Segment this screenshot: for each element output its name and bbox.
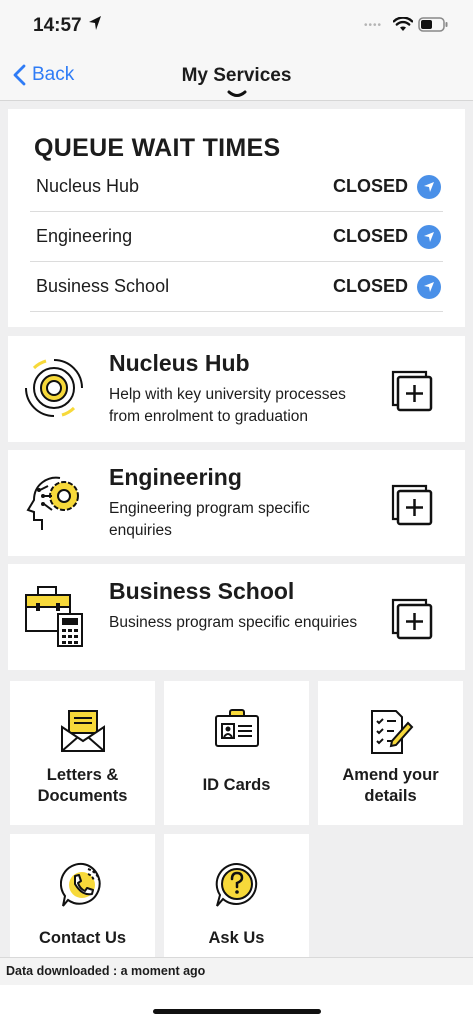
tile-letters-documents[interactable]: Letters & Documents [10, 681, 155, 825]
signal-dots: •••• [364, 20, 383, 31]
queue-row-engineering[interactable]: Engineering CLOSED [30, 212, 443, 262]
queue-status: CLOSED [332, 276, 408, 296]
service-card-engineering[interactable]: Engineering Engineering program specific… [8, 450, 465, 556]
service-title: Nucleus Hub [109, 350, 250, 376]
add-square-icon[interactable] [391, 370, 433, 412]
service-card-nucleus-hub[interactable]: Nucleus Hub Help with key university pro… [8, 336, 465, 442]
briefcase-calculator-icon [25, 586, 83, 647]
tile-label: ID Cards [202, 776, 271, 794]
queue-status: CLOSED [332, 226, 408, 246]
tile-amend-details[interactable]: Amend your details [318, 681, 463, 825]
service-description: Help with key university processes from … [109, 386, 346, 425]
tile-label: Amend your details [342, 766, 439, 805]
home-indicator-area [0, 985, 473, 1024]
tile-label: Letters & Documents [37, 766, 128, 805]
queue-row-nucleus-hub[interactable]: Nucleus Hub CLOSED [30, 162, 443, 212]
envelope-letter-icon [60, 710, 105, 752]
phone-bubble-icon [59, 862, 101, 907]
navigate-arrow-icon[interactable] [417, 174, 441, 199]
service-description: Engineering program specific enquiries [109, 500, 310, 539]
queue-name: Business School [36, 276, 170, 296]
status-bar: 14:57 •••• [0, 0, 473, 52]
head-gear-icon [26, 476, 79, 530]
wifi-icon [393, 17, 413, 31]
id-card-icon [214, 709, 259, 747]
data-downloaded-text: Data downloaded : a moment ago [6, 964, 206, 978]
data-status-footer: Data downloaded : a moment ago [0, 957, 473, 985]
service-title: Business School [109, 578, 295, 604]
service-description: Business program specific enquiries [109, 614, 358, 631]
queue-status: CLOSED [332, 176, 408, 196]
battery-icon [418, 17, 448, 32]
service-card-business-school[interactable]: Business School Business program specifi… [8, 564, 465, 670]
tile-id-cards[interactable]: ID Cards [164, 681, 309, 825]
target-rings-icon [25, 359, 83, 417]
queue-name: Engineering [36, 226, 133, 246]
home-indicator[interactable] [153, 1009, 321, 1014]
tile-label: Ask Us [208, 929, 265, 947]
clock: 14:57 [33, 15, 82, 36]
checklist-pen-icon [370, 710, 413, 754]
navigate-arrow-icon[interactable] [417, 224, 441, 249]
add-square-icon[interactable] [391, 484, 433, 526]
nav-bar: Back My Services [0, 52, 473, 101]
question-bubble-icon [215, 862, 257, 907]
tile-label: Contact Us [38, 929, 127, 947]
location-arrow-icon [89, 16, 101, 30]
page-title: My Services [181, 65, 292, 86]
navigate-arrow-icon[interactable] [417, 274, 441, 299]
queue-name: Nucleus Hub [36, 176, 140, 196]
queue-heading: QUEUE WAIT TIMES [34, 134, 281, 162]
queue-wait-times-card: QUEUE WAIT TIMES Nucleus Hub CLOSED Engi… [8, 109, 465, 327]
chevron-down-icon[interactable] [227, 90, 247, 99]
service-title: Engineering [109, 464, 242, 490]
queue-row-business-school[interactable]: Business School CLOSED [30, 262, 443, 312]
add-square-icon[interactable] [391, 598, 433, 640]
